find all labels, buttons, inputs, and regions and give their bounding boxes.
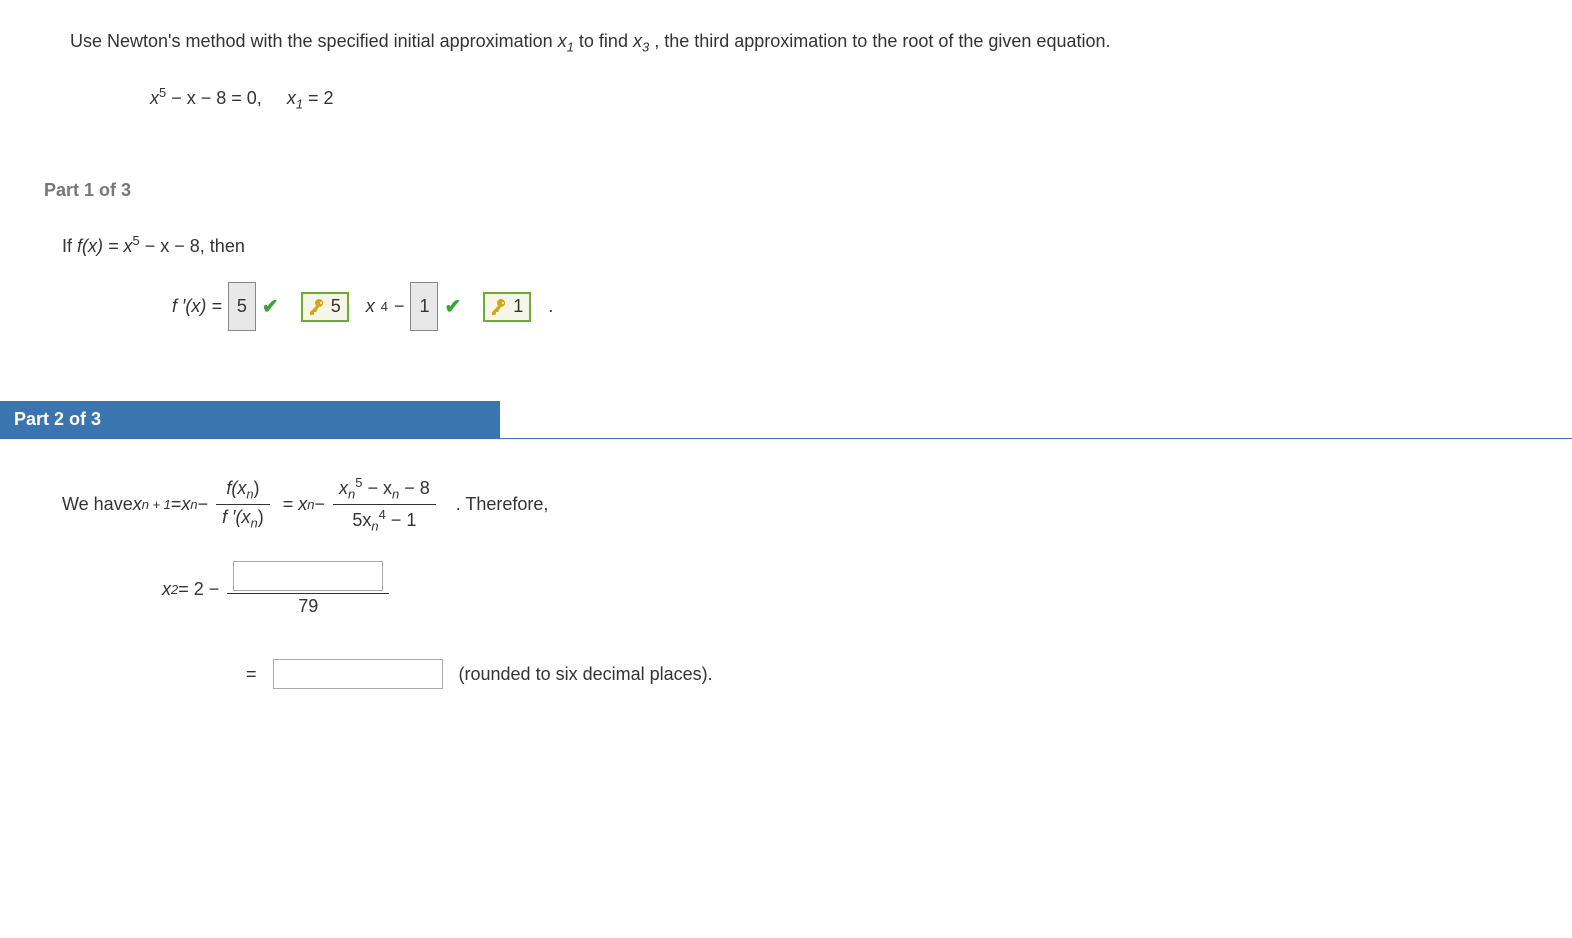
key-icon: [485, 293, 513, 321]
x2-line: x2 = 2 − 79: [62, 561, 1572, 617]
part1-body: If f(x) = x5 − x − 8, then f ′(x) = 5 ✔ …: [0, 201, 1572, 331]
result-line: = (rounded to six decimal places).: [62, 659, 1572, 689]
part1-fprime-line: f ′(x) = 5 ✔ 5 x4 − 1 ✔ 1 .: [62, 282, 1572, 331]
answer-box-2: 1: [410, 282, 438, 331]
newton-formula: We have xn + 1 = xn − f(xn) f ′(xn) = xn…: [62, 475, 1572, 533]
check-icon: ✔: [262, 283, 279, 331]
x2-denominator: 79: [227, 593, 389, 617]
part1-label: Part 1 of 3: [44, 180, 1572, 201]
rounded-text: (rounded to six decimal places).: [459, 664, 713, 685]
problem-text-b: to find: [579, 31, 633, 51]
x3-var: x3: [633, 31, 649, 51]
result-input[interactable]: [273, 659, 443, 689]
equation: x5 − x − 8 = 0, x1 = 2: [70, 77, 1502, 120]
part1-if-line: If f(x) = x5 − x − 8, then: [62, 225, 1572, 268]
fraction-1: f(xn) f ′(xn): [216, 478, 270, 530]
x1-var: x1: [558, 31, 574, 51]
part2-body: We have xn + 1 = xn − f(xn) f ′(xn) = xn…: [0, 438, 1572, 689]
numerator-input[interactable]: [233, 561, 383, 591]
fraction-2: xn5 − xn − 8 5xn4 − 1: [333, 475, 436, 533]
part2-label: Part 2 of 3: [0, 401, 500, 438]
period: .: [548, 285, 553, 328]
answer-box-1: 5: [228, 282, 256, 331]
problem-statement: Use Newton's method with the specified i…: [0, 0, 1572, 120]
check-icon: ✔: [444, 283, 461, 331]
key-answer-1: 5: [301, 292, 349, 322]
fprime-label: f ′(x) =: [172, 285, 222, 328]
key-answer-2: 1: [483, 292, 531, 322]
therefore-text: . Therefore,: [456, 494, 549, 515]
problem-text-c: , the third approximation to the root of…: [654, 31, 1110, 51]
fraction-x2: 79: [227, 561, 389, 617]
problem-text-a: Use Newton's method with the specified i…: [70, 31, 558, 51]
key-icon: [303, 293, 331, 321]
